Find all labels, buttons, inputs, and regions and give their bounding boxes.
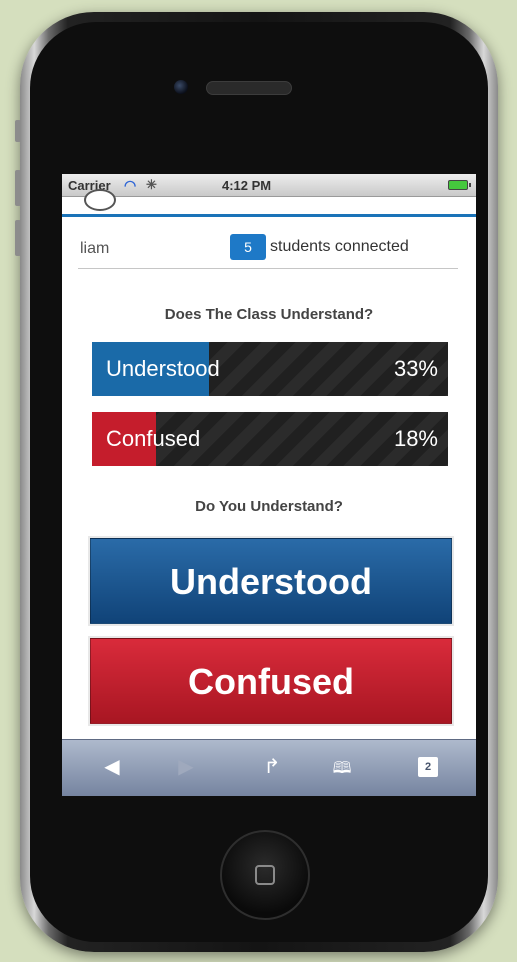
status-bar: Carrier ◠ ✳ 4:12 PM [62,174,476,197]
class-poll-title: Does The Class Understand? [164,306,374,323]
your-vote-title: Do You Understand? [195,498,343,515]
status-time: 4:12 PM [222,178,272,193]
battery-icon [448,180,471,190]
activity-spinner-icon: ✳ [146,177,157,192]
home-square-icon [255,865,275,885]
earpiece-speaker [206,81,292,95]
phone-screen: Carrier ◠ ✳ 4:12 PM liam 5 students conn… [62,174,476,796]
understood-result-bar: Understood 33% [92,342,448,396]
understood-button[interactable]: Understood [90,538,452,624]
app-logo [84,189,116,211]
wifi-icon: ◠ [124,177,137,193]
app-header-strip [62,189,476,217]
forward-arrow-icon[interactable]: ▶ [172,754,200,779]
share-icon[interactable]: ↱ [258,754,286,779]
connected-count-badge: 5 [230,234,266,260]
tabs-icon[interactable]: 2 [418,757,438,777]
volume-down-button [15,220,21,256]
back-arrow-icon[interactable]: ◀ [98,754,126,779]
mute-switch [15,120,21,142]
confused-result-label: Confused [106,426,201,451]
bookmarks-icon[interactable]: 🕮 [328,757,356,784]
confused-result-percent: 18% [393,426,438,451]
front-camera [174,80,188,94]
confused-button[interactable]: Confused [90,638,452,724]
volume-up-button [15,170,21,206]
confused-result-bar: Confused 18% [92,412,448,466]
username: liam [80,240,110,257]
safari-toolbar: ◀ ▶ ↱ 🕮 2 [62,739,476,796]
connected-label: students connected [270,238,409,255]
home-button[interactable] [220,830,310,920]
user-row: liam 5 students connected [78,230,458,269]
understood-result-percent: 33% [393,356,438,381]
understood-result-label: Understood [106,356,220,381]
